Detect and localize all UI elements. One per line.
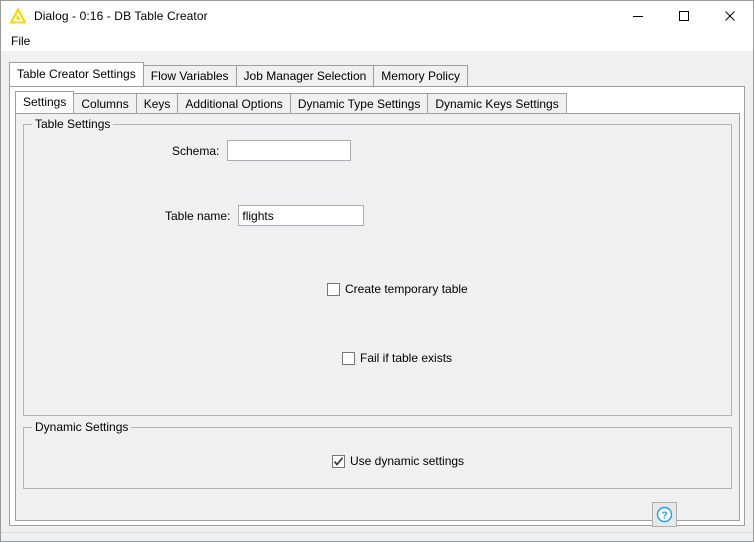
close-button[interactable] bbox=[707, 1, 753, 31]
minimize-icon bbox=[633, 16, 643, 17]
schema-label: Schema: bbox=[172, 143, 220, 158]
menu-bar: File bbox=[1, 31, 753, 51]
dialog-button-bar: OK Apply Cancel bbox=[1, 532, 753, 541]
outer-tab-bar: Table Creator Settings Flow Variables Jo… bbox=[9, 62, 745, 86]
tab-settings[interactable]: Settings bbox=[15, 91, 75, 113]
settings-tab-panel: Table Settings Schema: Table name: Creat… bbox=[15, 113, 740, 521]
close-icon bbox=[725, 11, 735, 21]
tab-table-creator-settings[interactable]: Table Creator Settings bbox=[9, 62, 144, 86]
table-settings-group-title: Table Settings bbox=[32, 117, 114, 131]
menu-item-file[interactable]: File bbox=[5, 32, 36, 50]
create-temporary-table-label: Create temporary table bbox=[345, 282, 468, 296]
help-button[interactable]: ? bbox=[652, 502, 677, 527]
tab-columns[interactable]: Columns bbox=[73, 93, 137, 113]
help-icon: ? bbox=[656, 506, 673, 523]
maximize-icon bbox=[679, 11, 689, 21]
tab-job-manager-selection[interactable]: Job Manager Selection bbox=[235, 65, 375, 86]
tab-dynamic-type-settings[interactable]: Dynamic Type Settings bbox=[289, 93, 429, 113]
table-name-label: Table name: bbox=[165, 208, 231, 223]
window-controls bbox=[615, 1, 753, 31]
title-bar: Dialog - 0:16 - DB Table Creator bbox=[1, 1, 753, 31]
tab-dynamic-keys-settings[interactable]: Dynamic Keys Settings bbox=[427, 93, 567, 113]
tab-flow-variables[interactable]: Flow Variables bbox=[142, 65, 237, 86]
dialog-window: Dialog - 0:16 - DB Table Creator File Ta… bbox=[0, 0, 754, 542]
dynamic-settings-group-title: Dynamic Settings bbox=[32, 420, 132, 434]
inner-tab-bar: Settings Columns Keys Additional Options… bbox=[15, 91, 567, 113]
schema-row: Schema: bbox=[172, 140, 352, 161]
fail-if-table-exists-row[interactable]: Fail if table exists bbox=[342, 351, 452, 365]
use-dynamic-settings-row[interactable]: Use dynamic settings bbox=[332, 454, 464, 468]
use-dynamic-settings-label: Use dynamic settings bbox=[350, 454, 465, 468]
knime-node-triangle-icon bbox=[10, 8, 26, 24]
table-creator-settings-panel: Settings Columns Keys Additional Options… bbox=[9, 86, 745, 526]
fail-if-table-exists-label: Fail if table exists bbox=[360, 351, 453, 365]
create-temporary-table-checkbox[interactable] bbox=[327, 282, 340, 296]
table-name-input[interactable] bbox=[238, 205, 365, 226]
dynamic-settings-group: Dynamic Settings Use dynamic settings bbox=[23, 420, 732, 489]
tab-keys[interactable]: Keys bbox=[135, 93, 179, 113]
fail-if-table-exists-checkbox[interactable] bbox=[342, 351, 355, 365]
dialog-content: Table Creator Settings Flow Variables Jo… bbox=[1, 51, 753, 541]
tab-memory-policy[interactable]: Memory Policy bbox=[373, 65, 468, 86]
window-title: Dialog - 0:16 - DB Table Creator bbox=[34, 9, 208, 23]
checkmark-icon bbox=[333, 456, 344, 466]
use-dynamic-settings-checkbox[interactable] bbox=[332, 454, 345, 468]
minimize-button[interactable] bbox=[615, 1, 661, 31]
tab-additional-options[interactable]: Additional Options bbox=[177, 93, 291, 113]
create-temporary-table-row[interactable]: Create temporary table bbox=[327, 282, 468, 296]
table-settings-group: Table Settings Schema: Table name: Creat… bbox=[23, 117, 732, 416]
svg-text:?: ? bbox=[661, 510, 667, 521]
table-name-row: Table name: bbox=[165, 205, 365, 226]
schema-input[interactable] bbox=[227, 140, 352, 161]
maximize-button[interactable] bbox=[661, 1, 707, 31]
